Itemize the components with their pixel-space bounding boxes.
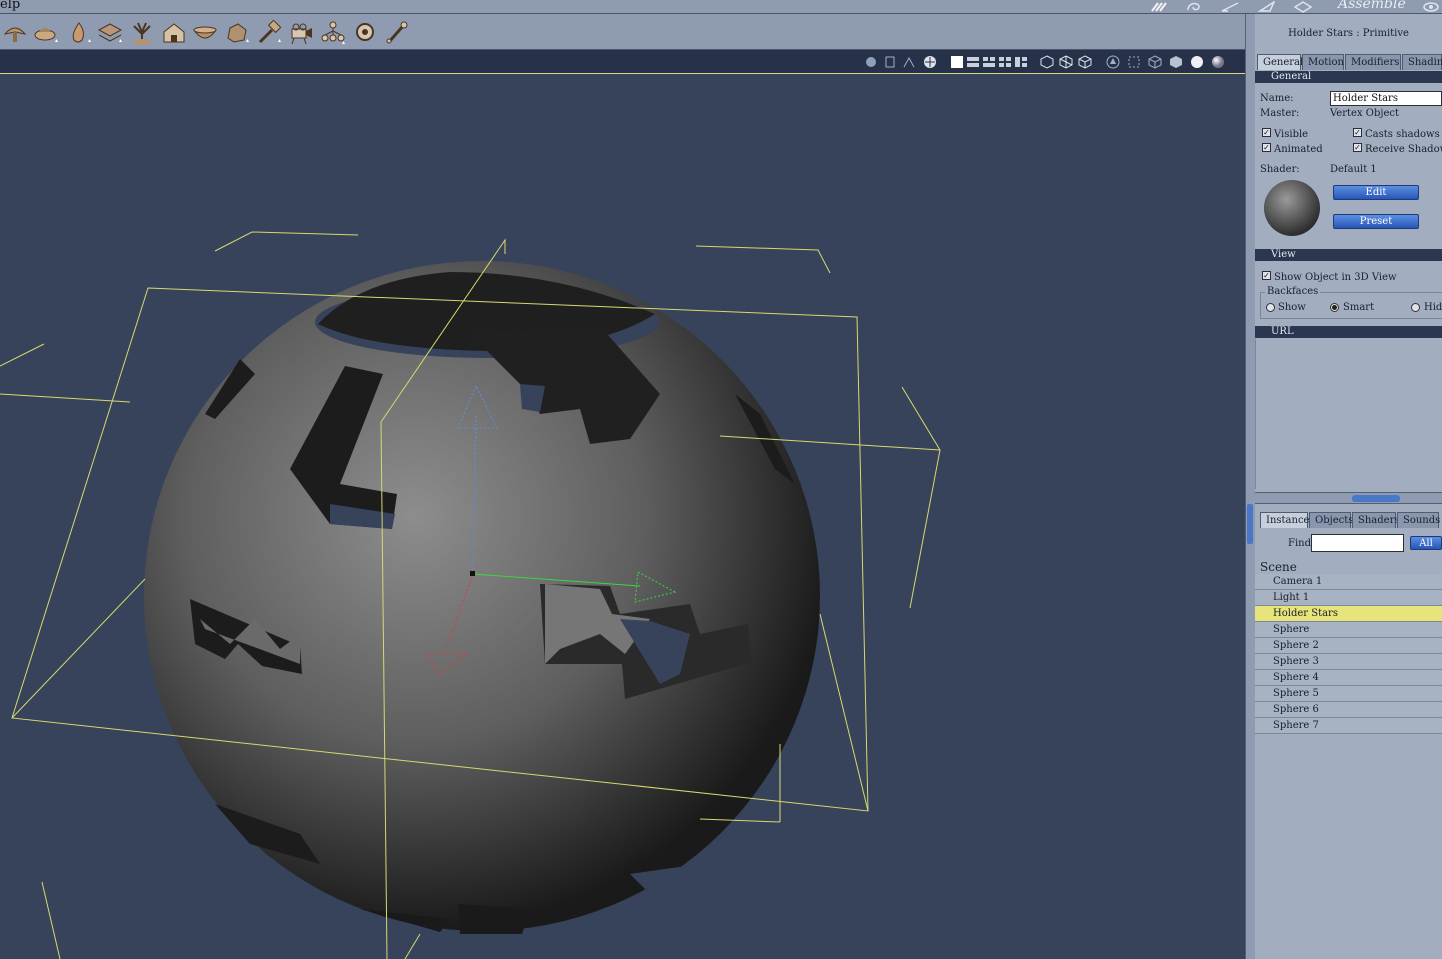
receive-shadow-checkbox[interactable]: ✓ [1353,143,1362,152]
backfaces-smart-label: Smart [1343,302,1375,313]
view-section-header[interactable]: View [1255,249,1442,261]
bowl-tool-icon[interactable] [192,20,218,46]
tab-shaders[interactable]: Shaders [1352,512,1399,528]
find-all-button[interactable]: All [1410,536,1442,550]
edit-shader-button[interactable]: Edit [1333,185,1419,200]
shading-flat-icon[interactable] [1106,54,1120,69]
shading-solid-icon[interactable] [1169,54,1183,68]
shader-label: Shader: [1260,164,1300,175]
shading-hidden-icon[interactable] [1078,54,1092,69]
preset-shader-button[interactable]: Preset [1333,214,1419,229]
scene-item-sphere-3[interactable]: Sphere 3 [1255,654,1442,670]
scene-item-sphere-7[interactable]: Sphere 7 [1255,718,1442,734]
room-label-assemble[interactable]: Assemble [1338,0,1406,12]
panel-splitter[interactable] [1255,492,1442,504]
shader-preview-icon[interactable] [1263,179,1321,237]
scene-item-holder-stars[interactable]: Holder Stars [1255,606,1442,622]
shader-value: Default 1 [1330,164,1377,175]
scene-item-sphere-2[interactable]: Sphere 2 [1255,638,1442,654]
holder-stars-sphere[interactable] [144,261,820,934]
target-tool-icon[interactable] [352,20,378,46]
backfaces-show-radio[interactable] [1266,303,1275,312]
animated-label: Animated [1274,144,1323,155]
panel-divider[interactable] [1245,14,1255,959]
shading-smooth-icon[interactable] [1190,54,1204,68]
casts-shadows-label: Casts shadows [1365,129,1440,140]
view-control-bar [0,50,1245,74]
shading-dots-icon[interactable] [1127,54,1141,68]
backfaces-label: Backfaces [1265,286,1321,297]
master-value: Vertex Object [1330,108,1399,119]
shading-box-icon[interactable] [1040,54,1054,69]
name-label: Name: [1260,93,1294,104]
lightning-icon[interactable] [1150,0,1170,12]
terrain-tool-icon[interactable] [33,20,59,46]
hammer-tool-icon[interactable] [256,19,282,46]
shading-wire-icon[interactable] [1059,54,1073,69]
url-section-label: URL [1271,326,1294,337]
tab-instances[interactable]: Instances [1260,512,1315,528]
backfaces-show-label: Show [1278,302,1306,313]
tab-general[interactable]: General [1257,54,1303,70]
house-tool-icon[interactable] [161,20,187,46]
tab-objects[interactable]: Objects [1309,512,1353,528]
find-input[interactable] [1311,534,1404,552]
tab-shading[interactable]: Shading [1402,54,1442,70]
url-section-header[interactable]: URL [1255,326,1442,338]
layout-four-icon[interactable] [998,54,1012,68]
tab-motion[interactable]: Motion [1302,54,1344,70]
3d-viewport[interactable] [0,74,1245,959]
walk-view-icon[interactable] [902,54,916,68]
scene-item-sphere-4[interactable]: Sphere 4 [1255,670,1442,686]
group-tool-icon[interactable] [320,20,346,46]
pan-view-icon[interactable] [864,54,878,68]
landscape-tool-icon[interactable] [2,20,28,46]
menu-help[interactable]: elp [0,0,20,12]
browser-tabs: Instances Objects Shaders Sounds [1257,512,1442,528]
view-section-label: View [1271,249,1296,260]
visible-label: Visible [1274,129,1309,140]
general-section-label: General [1271,71,1312,82]
scene-label: Scene [1260,560,1297,574]
properties-panel: Holder Stars : Primitive General Motion … [1255,14,1442,959]
name-field[interactable]: Holder Stars [1330,91,1442,106]
tab-modifiers[interactable]: Modifiers [1345,54,1401,70]
tab-sounds[interactable]: Sounds [1397,512,1440,528]
backfaces-smart-radio[interactable] [1330,303,1339,312]
properties-tabs: General Motion Modifiers Shading [1257,54,1442,70]
scene-item-sphere[interactable]: Sphere [1255,622,1442,638]
general-section-header[interactable]: General [1255,71,1442,83]
panel-title: Holder Stars : Primitive [1288,28,1409,39]
shading-cube-icon[interactable] [1148,54,1162,69]
layout-single-icon[interactable] [950,54,964,68]
backfaces-hide-radio[interactable] [1411,303,1420,312]
scene-item-sphere-6[interactable]: Sphere 6 [1255,702,1442,718]
fire-tool-icon[interactable] [66,20,92,46]
animated-checkbox[interactable]: ✓ [1262,143,1271,152]
scene-item-light-1[interactable]: Light 1 [1255,590,1442,606]
show-in-3d-checkbox[interactable]: ✓ [1262,271,1271,280]
camera-tool-icon[interactable] [288,20,314,46]
casts-shadows-checkbox[interactable]: ✓ [1353,128,1362,137]
panel-empty-area [1255,339,1442,489]
create-toolbar [0,14,1245,50]
shading-texture-icon[interactable] [1211,54,1225,68]
layout-two-icon[interactable] [966,54,980,68]
layers-tool-icon[interactable] [97,20,123,46]
scene-item-sphere-5[interactable]: Sphere 5 [1255,686,1442,702]
menu-bar: elp Assemble [0,0,1442,14]
layout-split-icon[interactable] [1014,54,1028,68]
dolly-view-icon[interactable] [883,54,897,68]
scene-item-camera-1[interactable]: Camera 1 [1255,574,1442,590]
plant-tool-icon[interactable] [129,20,155,46]
bone-tool-icon[interactable] [384,20,410,46]
backfaces-hide-label: Hide [1424,302,1442,313]
focus-view-icon[interactable] [923,54,937,68]
layout-three-icon[interactable] [982,54,996,68]
visible-checkbox[interactable]: ✓ [1262,128,1271,137]
master-label: Master: [1260,108,1300,119]
rock-tool-icon[interactable] [224,20,250,46]
receive-shadow-label: Receive Shadow [1365,144,1442,155]
show-in-3d-label: Show Object in 3D View [1274,272,1397,283]
